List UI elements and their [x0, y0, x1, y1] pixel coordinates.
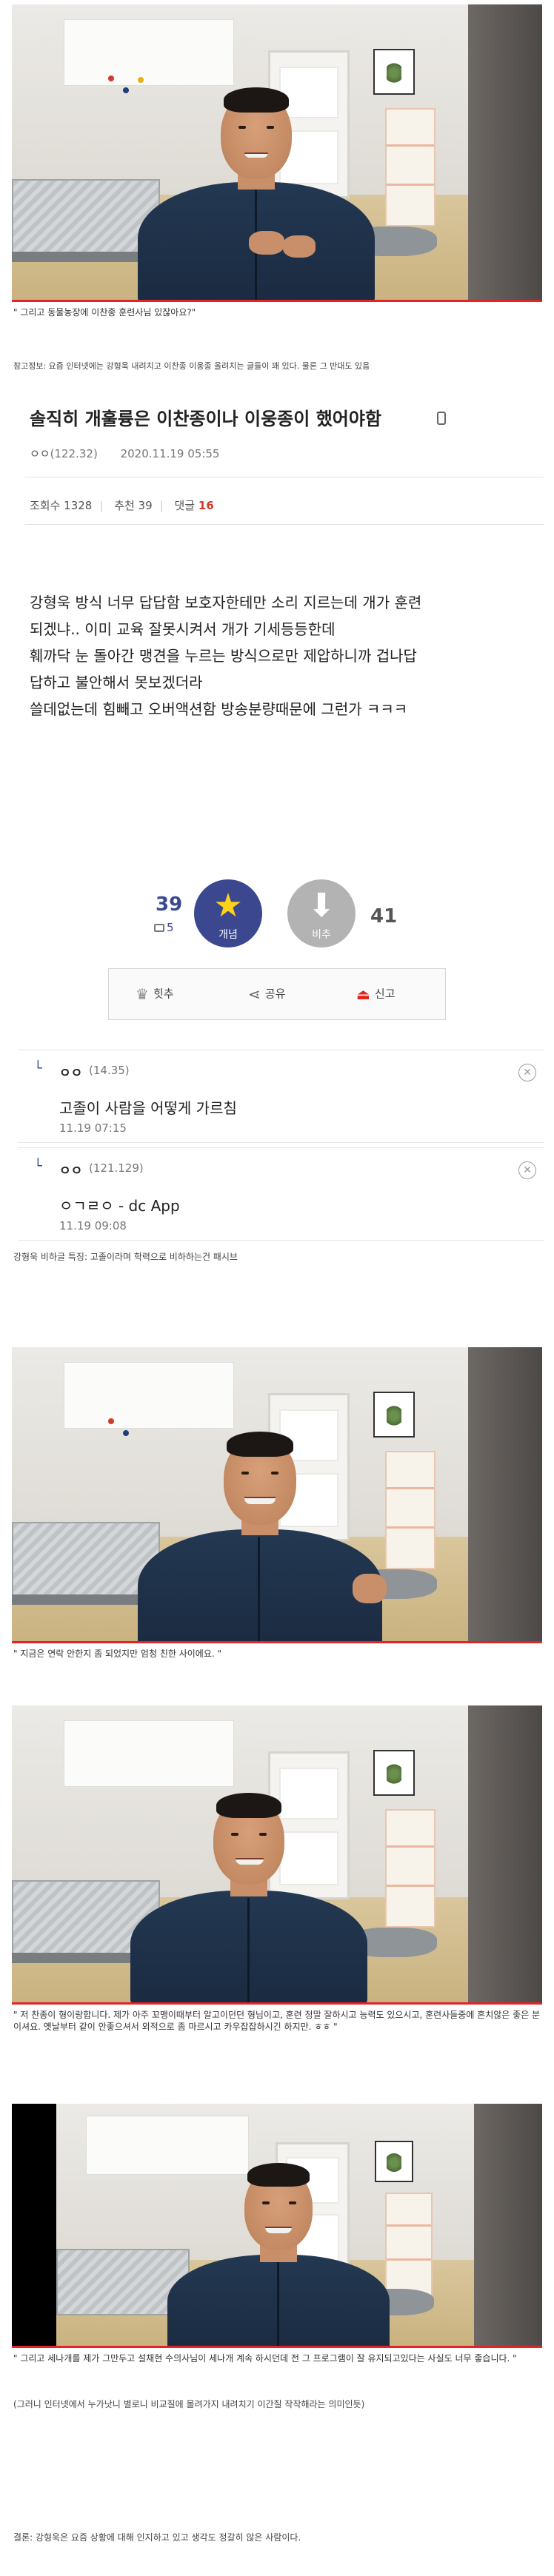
- video-frame-4: [12, 2104, 542, 2348]
- crown-icon: ♛: [136, 985, 149, 1003]
- video-frame-1: [12, 4, 542, 302]
- plant-frame: [373, 49, 415, 95]
- video-caption: " 지금은 연락 안한지 좀 되었지만 엄청 친한 사이에요. ": [13, 1648, 222, 1659]
- shelf: [385, 108, 435, 227]
- recommend-count: 추천 39: [114, 499, 153, 512]
- comment-nick[interactable]: ㅇㅇ: [59, 1062, 82, 1081]
- share-icon: ⋖: [248, 985, 261, 1003]
- reply-arrow-icon: └: [34, 1158, 42, 1174]
- post-body: 강형욱 방식 너무 답답함 보호자한테만 소리 지르는데 개가 훈련 되겠냐..…: [30, 589, 533, 722]
- body-line: 훼까닥 눈 돌아간 맹견을 누르는 방식으로만 제압하니까 겁나답: [30, 647, 417, 665]
- body-line: 되겠냐.. 이미 교육 잘못시켜서 개가 기세등등한데: [30, 620, 336, 638]
- post-meta: ㅇㅇ(122.32) 2020.11.19 05:55: [30, 446, 219, 461]
- downvote-label: 비추: [312, 929, 331, 941]
- arrow-down-icon: ⬇: [307, 887, 336, 925]
- mobile-icon: [437, 412, 446, 425]
- post-stats: 조회수 1328 | 추천 39 | 댓글 16: [30, 499, 214, 512]
- upvote-button[interactable]: ★ 개념: [194, 879, 262, 947]
- reference-info: 참고정보: 요즘 인터넷에는 강형욱 내려치고 이찬종 이웅종 올려치는 글들이…: [13, 361, 370, 371]
- conclusion: 결론: 강형욱은 요즘 상황에 대해 인지하고 있고 생각도 정갈히 않은 사람…: [13, 2532, 301, 2543]
- fixed-vote-icon: [154, 924, 164, 932]
- comment-ip: (14.35): [89, 1064, 130, 1077]
- delete-comment-icon[interactable]: ✕: [518, 1161, 536, 1179]
- video-frame-3: [12, 1705, 542, 2005]
- person: [138, 71, 375, 302]
- room-scene: [12, 4, 542, 302]
- comment-text: 고졸이 사람을 어떻게 가르침: [59, 1099, 237, 1117]
- comment-item: └ ㅇㅇ (121.129) ㅇㄱㄹㅇ - dc App 11.19 09:08…: [18, 1147, 544, 1241]
- author-nick[interactable]: ㅇㅇ: [30, 447, 50, 460]
- video-caption: " 저 찬종이 형이랑합니다. 제가 아주 꼬맹이때부터 알고이던던 형님이고,…: [13, 2010, 541, 2032]
- comment-nick[interactable]: ㅇㅇ: [59, 1160, 82, 1178]
- comment-time: 11.19 07:15: [59, 1121, 127, 1135]
- downvote-count: 41: [370, 905, 398, 928]
- body-line: 쓸데없는데 힘빼고 오버액션함 방송분량때문에 그런가 ㅋㅋㅋ: [30, 700, 408, 718]
- post-title: 솔직히 개훌륭은 이찬종이나 이웅종이 했어야함: [30, 409, 382, 429]
- author-ip: (122.32): [50, 447, 98, 460]
- body-line: 답하고 불안해서 못보겠더라: [30, 674, 203, 691]
- hit-button[interactable]: ♛ 힛추: [136, 985, 174, 1003]
- comment-text: ㅇㄱㄹㅇ - dc App: [59, 1197, 180, 1215]
- comment-count-label[interactable]: 댓글: [175, 499, 196, 512]
- siren-icon: ⏏: [356, 985, 370, 1003]
- post-date: 2020.11.19 05:55: [120, 447, 220, 460]
- divider: [25, 524, 544, 525]
- comment-count[interactable]: 16: [198, 499, 214, 512]
- upvote-label: 개념: [218, 929, 238, 941]
- reply-arrow-icon: └: [34, 1061, 42, 1076]
- view-count: 조회수 1328: [30, 499, 93, 512]
- comment-time: 11.19 09:08: [59, 1219, 127, 1232]
- report-button[interactable]: ⏏ 신고: [356, 985, 396, 1003]
- downvote-button[interactable]: ⬇ 비추: [287, 879, 356, 947]
- body-line: 강형욱 방식 너무 답답함 보호자한테만 소리 지르는데 개가 훈련: [30, 594, 422, 611]
- comment-item: └ ㅇㅇ (14.35) 고졸이 사람을 어떻게 가르침 11.19 07:15…: [18, 1050, 544, 1143]
- action-bar: ♛ 힛추 ⋖ 공유 ⏏ 신고: [108, 968, 446, 1020]
- video-caption: " 그리고 동물농장에 이찬종 훈련사님 있잖아요?": [13, 307, 196, 318]
- note: 강형욱 비하글 특징: 고졸이라며 학력으로 비하하는건 패시브: [13, 1252, 238, 1262]
- upvote-count: 39: [156, 893, 183, 916]
- note: (그러니 인터넷에서 누가낫니 별로니 비교질에 몰려가지 내려치기 이간질 작…: [13, 2399, 365, 2409]
- person: [130, 1777, 367, 2005]
- person: [138, 1418, 387, 1643]
- person: [167, 2156, 390, 2348]
- video-frame-2: [12, 1347, 542, 1643]
- share-button[interactable]: ⋖ 공유: [248, 985, 285, 1003]
- fixed-upvote: 5: [154, 921, 174, 934]
- video-caption: " 그리고 세나개를 제가 그만두고 설채현 수의사님이 세나개 계속 하시던데…: [13, 2353, 517, 2364]
- comment-ip: (121.129): [89, 1161, 144, 1175]
- dark-wall: [467, 4, 542, 302]
- star-icon: ★: [213, 887, 243, 925]
- delete-comment-icon[interactable]: ✕: [518, 1064, 536, 1081]
